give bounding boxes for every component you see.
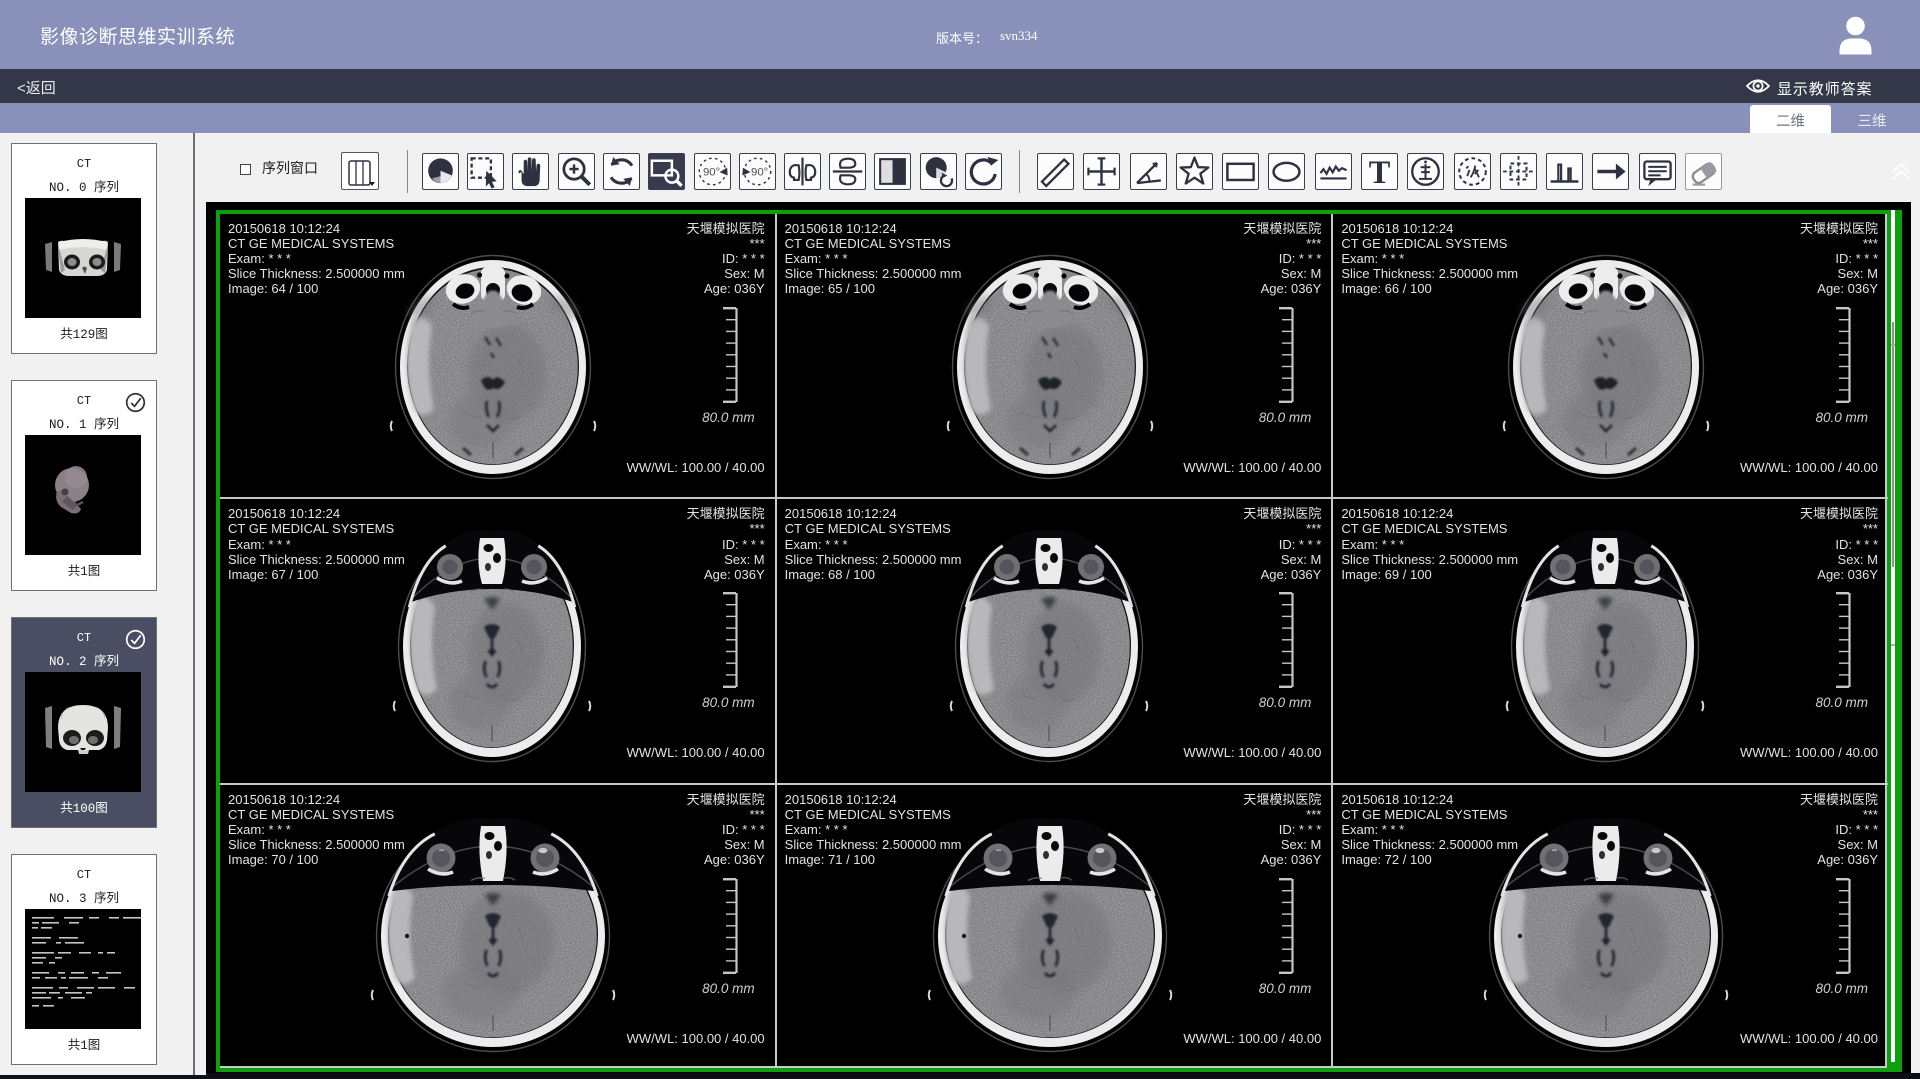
svg-text:90°: 90°: [751, 167, 768, 179]
svg-text:90°: 90°: [703, 167, 720, 179]
svg-text:T: T: [1369, 155, 1391, 190]
